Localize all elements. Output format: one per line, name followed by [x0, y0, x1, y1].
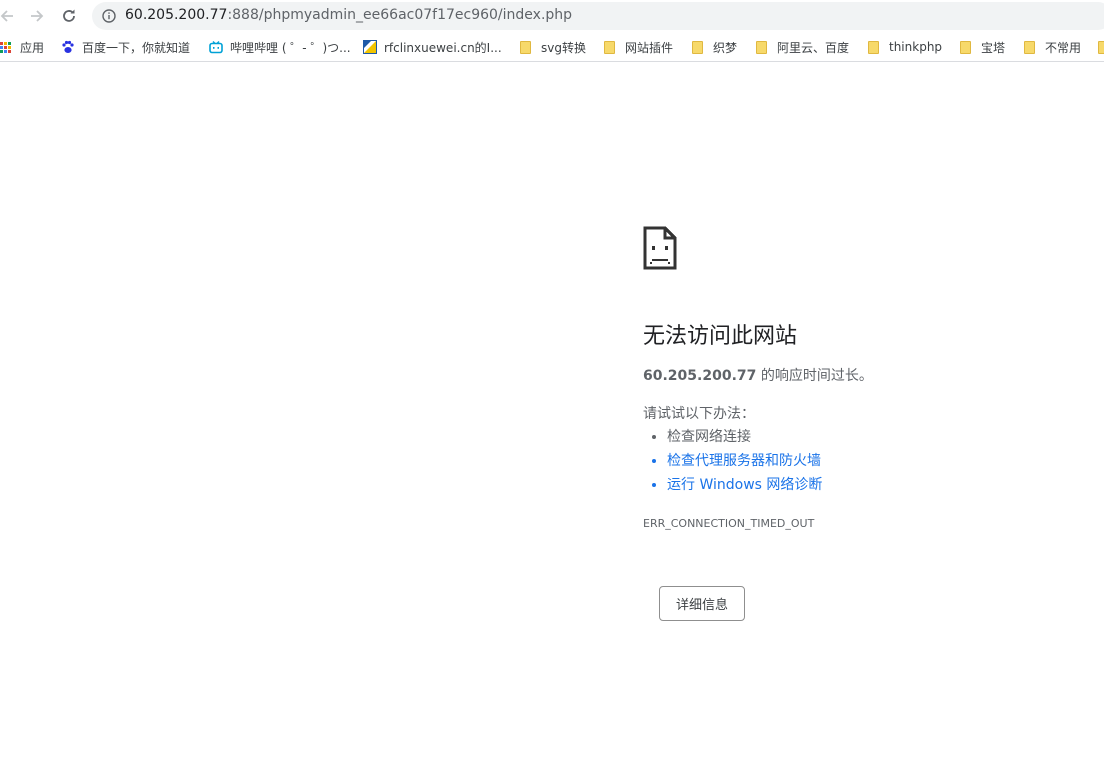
- error-message: 的响应时间过长。: [756, 368, 873, 384]
- bookmark-label: 哔哩哔哩 ( ゜- ゜)つ...: [230, 40, 351, 55]
- back-button[interactable]: [0, 3, 20, 29]
- bookmark-folder-thinkphp[interactable]: thinkphp: [868, 38, 942, 56]
- bookmark-label: 阿里云、百度: [777, 40, 850, 55]
- bookmark-label: thinkphp: [889, 40, 943, 54]
- folder-icon: [604, 40, 615, 54]
- site-favicon-icon: [363, 40, 377, 54]
- reload-icon: [63, 9, 75, 22]
- error-heading: 无法访问此网站: [643, 324, 798, 349]
- bookmark-folder-plugins[interactable]: 网站插件: [604, 38, 673, 56]
- info-icon[interactable]: [102, 9, 116, 23]
- error-code: ERR_CONNECTION_TIMED_OUT: [643, 517, 815, 530]
- address-bar[interactable]: 60.205.200.77:888/phpmyadmin_ee66ac07f17…: [92, 2, 1104, 30]
- forward-button[interactable]: [24, 3, 50, 29]
- apps-grid-icon: [0, 41, 11, 53]
- bookmark-label: 网站插件: [625, 40, 674, 55]
- bookmark-label: 百度一下，你就知道: [82, 40, 191, 55]
- bookmark-baidu[interactable]: 百度一下，你就知道: [61, 38, 190, 56]
- bookmark-label: 应用: [20, 40, 45, 55]
- bookmark-folder-baota[interactable]: 宝塔: [960, 38, 1005, 56]
- bookmark-folder-aliyun[interactable]: 阿里云、百度: [756, 38, 849, 56]
- folder-icon: [756, 40, 767, 54]
- bookmark-folder-uncommon[interactable]: 不常用: [1024, 38, 1081, 56]
- folder-icon: [1024, 40, 1035, 54]
- url-text[interactable]: 60.205.200.77:888/phpmyadmin_ee66ac07f17…: [125, 7, 572, 23]
- bookmark-label: 不常用: [1045, 40, 1082, 55]
- browser-toolbar: 60.205.200.77:888/phpmyadmin_ee66ac07f17…: [0, 0, 1104, 32]
- baidu-paw-icon: [62, 40, 74, 53]
- bookmark-label: 宝塔: [981, 40, 1006, 55]
- reload-button[interactable]: [56, 3, 82, 29]
- bookmark-label: svg转换: [541, 40, 586, 55]
- suggestion-check-network: 检查网络连接: [667, 427, 822, 451]
- error-description: 60.205.200.77 的响应时间过长。: [643, 365, 873, 385]
- folder-icon: [692, 40, 703, 54]
- bookmark-folder-zhimeng[interactable]: 织梦: [692, 38, 737, 56]
- folder-icon: [960, 40, 971, 54]
- url-path: :888/phpmyadmin_ee66ac07f17ec960/index.p…: [227, 7, 573, 23]
- error-host: 60.205.200.77: [643, 368, 757, 384]
- suggestions-label: 请试试以下办法：: [643, 406, 755, 422]
- bookmark-apps[interactable]: 应用: [0, 38, 44, 56]
- suggestions-list: 检查网络连接 检查代理服务器和防火墙 运行 Windows 网络诊断: [667, 427, 822, 499]
- bookmark-folder-svg[interactable]: svg转换: [520, 38, 586, 56]
- arrow-right-icon: [31, 10, 44, 22]
- details-button[interactable]: 详细信息: [659, 586, 745, 621]
- folder-icon: [1098, 40, 1104, 54]
- arrow-left-icon: [0, 10, 13, 22]
- sad-page-icon: [643, 226, 677, 270]
- folder-icon: [520, 40, 531, 54]
- bookmark-label: rfclinxuewei.cn的I...: [384, 40, 502, 55]
- folder-icon: [868, 40, 879, 54]
- bookmarks-bar: 应用 百度一下，你就知道 哔哩哔哩 ( ゜- ゜)つ... rfclinxuew…: [0, 32, 1104, 62]
- bookmark-label: 织梦: [713, 40, 738, 55]
- bookmark-bilibili[interactable]: 哔哩哔哩 ( ゜- ゜)つ...: [209, 38, 351, 56]
- suggestion-run-windows-diagnostics-link[interactable]: 运行 Windows 网络诊断: [667, 475, 822, 499]
- bookmark-folder-overflow[interactable]: [1098, 38, 1104, 56]
- suggestion-check-proxy-firewall-link[interactable]: 检查代理服务器和防火墙: [667, 451, 822, 475]
- bookmark-rfclinxuewei[interactable]: rfclinxuewei.cn的I...: [363, 38, 502, 56]
- bilibili-tv-icon: [209, 41, 223, 54]
- url-host: 60.205.200.77: [125, 7, 228, 23]
